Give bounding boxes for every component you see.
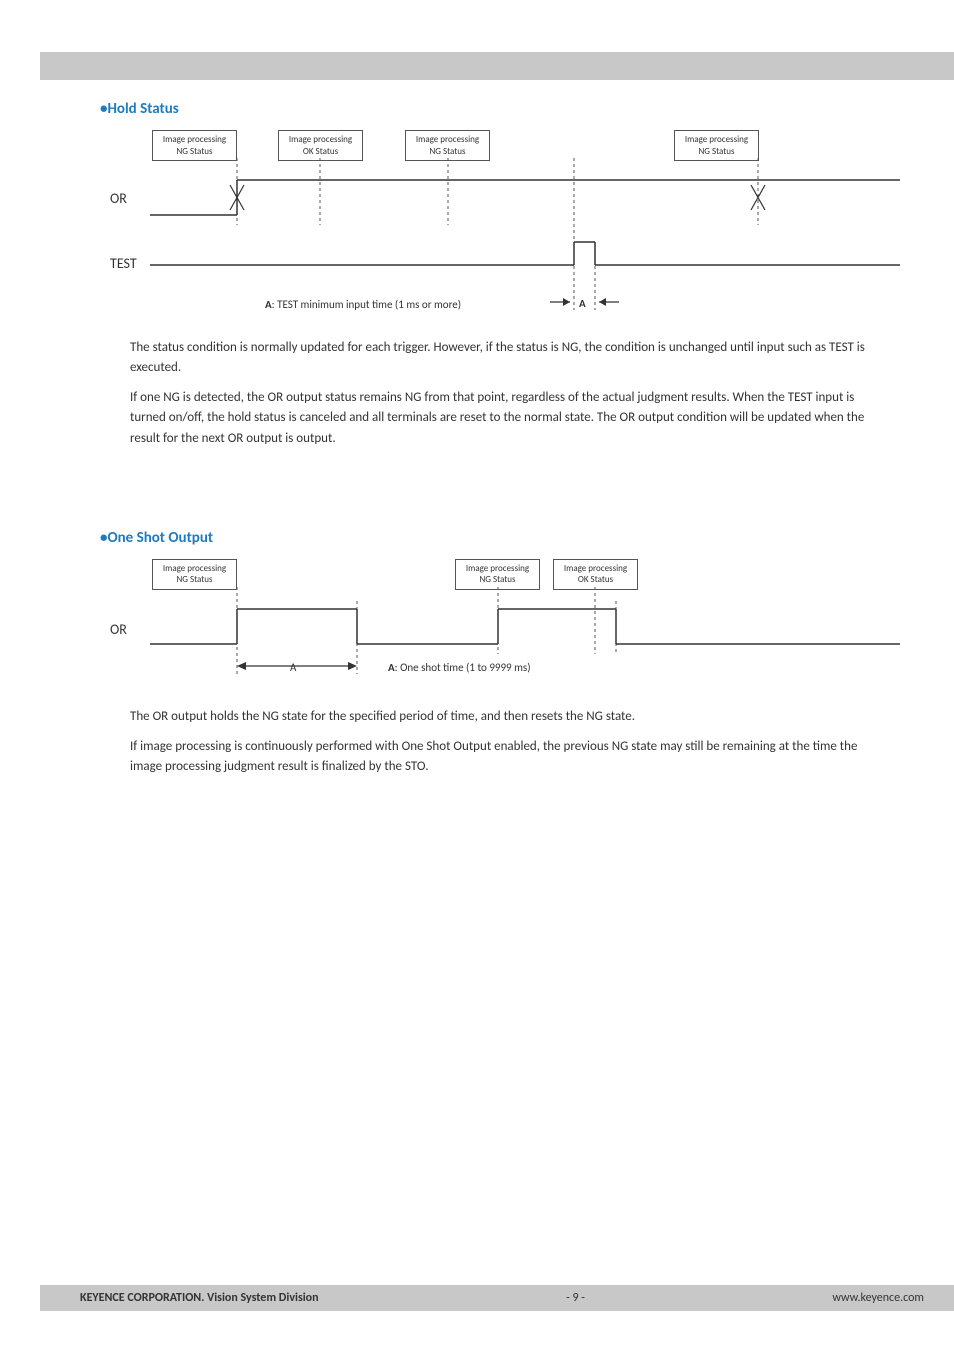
- oneshot-caption: A: One shot time (1 to 9999 ms): [388, 661, 531, 674]
- caption-prefix: A: [388, 661, 395, 674]
- oneshot-para-2: If image processing is continuously perf…: [130, 737, 884, 777]
- oneshot-para-1: The OR output holds the NG state for the…: [130, 707, 884, 727]
- hold-caption: A: TEST minimum input time (1 ms or more…: [265, 298, 461, 311]
- footer-bar: KEYENCE CORPORATION. Vision System Divis…: [40, 1285, 954, 1311]
- a-marker: A: [579, 297, 586, 310]
- a-marker: A: [290, 661, 296, 674]
- hold-status-diagram: Image processing NG Status Image process…: [130, 130, 900, 320]
- or-label: OR: [110, 621, 127, 638]
- caption-prefix: A: [265, 298, 272, 311]
- caption-text: : One shot time (1 to 9999 ms): [395, 661, 531, 674]
- or-label: OR: [110, 190, 127, 207]
- hold-status-heading: •Hold Status: [100, 100, 894, 118]
- footer-url: www.keyence.com: [832, 1291, 924, 1305]
- header-bar: [40, 52, 954, 80]
- caption-text: : TEST minimum input time (1 ms or more): [272, 298, 461, 311]
- oneshot-diagram: Image processing NG Status Image process…: [130, 559, 900, 689]
- timing-svg: [130, 130, 900, 320]
- hold-para-1: The status condition is normally updated…: [130, 338, 884, 378]
- hold-para-2: If one NG is detected, the OR output sta…: [130, 388, 884, 448]
- footer-page-number: - 9 -: [319, 1291, 833, 1305]
- oneshot-heading: •One Shot Output: [100, 529, 894, 547]
- footer-company: KEYENCE CORPORATION. Vision System Divis…: [80, 1291, 319, 1305]
- page-content: •Hold Status Image processing NG Status …: [100, 100, 894, 787]
